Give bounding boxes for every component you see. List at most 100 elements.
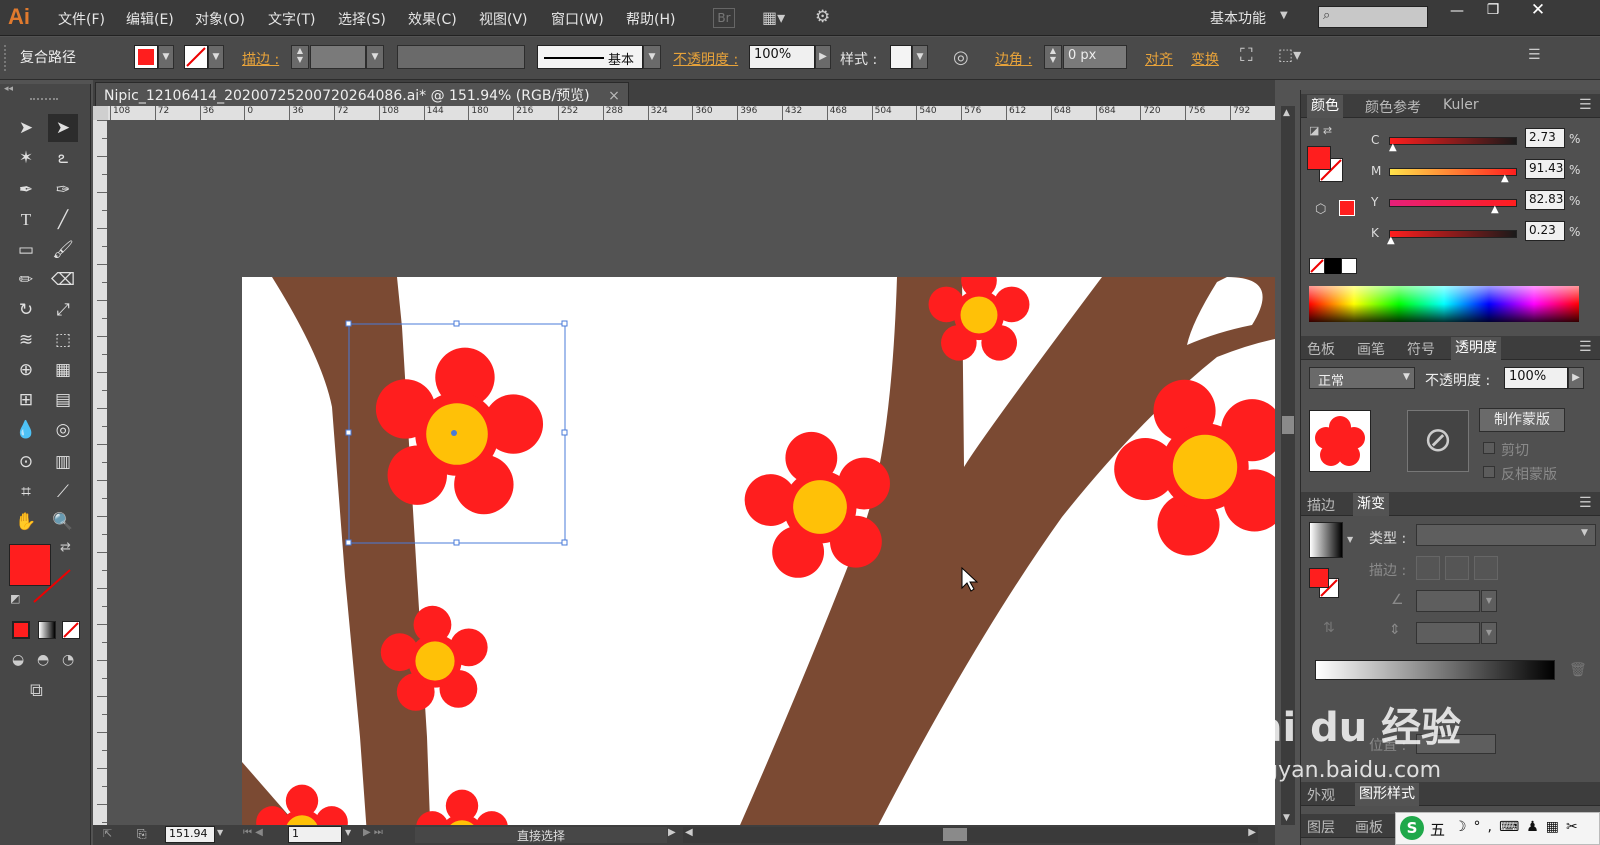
stroke-weight-dropdown-icon[interactable]: ▼ <box>366 45 384 69</box>
canvas-area[interactable] <box>107 120 1275 825</box>
draw-inside-icon[interactable]: ◔ <box>62 652 74 668</box>
ruler-origin[interactable] <box>93 106 108 120</box>
eraser-icon[interactable]: ⌫ <box>48 266 78 294</box>
angle-chevron-icon[interactable]: ▼ <box>1481 590 1497 612</box>
menu-help[interactable]: 帮助(H) <box>626 9 675 29</box>
zoom-dropdown-icon[interactable]: ▼ <box>217 828 223 837</box>
none-mode-icon[interactable] <box>62 621 80 639</box>
angle-input[interactable] <box>1416 590 1480 612</box>
stroke-along-icon[interactable] <box>1445 556 1469 580</box>
free-transform-icon[interactable]: ⬚ <box>48 326 78 354</box>
tab-appearance[interactable]: 外观 <box>1307 785 1335 805</box>
corner-stepper[interactable]: ▲ ▼ <box>1044 45 1062 69</box>
tab-transparency[interactable]: 透明度 <box>1451 337 1501 360</box>
default-colors-icon[interactable]: ◩ <box>10 592 20 605</box>
search-input[interactable]: ⌕ <box>1318 6 1428 28</box>
channel-y-value[interactable]: 82.83 <box>1525 190 1565 210</box>
gradient-preview[interactable] <box>1309 522 1343 558</box>
hand-tool-icon[interactable]: ✋ <box>11 508 41 536</box>
aspect-ratio-input[interactable] <box>1416 622 1480 644</box>
vertical-scroll-thumb[interactable] <box>1282 416 1294 434</box>
ime-mode-label[interactable]: 五 <box>1430 819 1445 840</box>
white-swatch[interactable] <box>1341 258 1357 274</box>
tab-artboards[interactable]: 画板 <box>1355 817 1383 837</box>
swap-colors-icon[interactable]: ⇄ <box>60 540 71 555</box>
slice-tool-icon[interactable]: ⟋ <box>48 478 78 506</box>
panel-fill-swatch[interactable] <box>1307 146 1331 170</box>
blend-tool-icon[interactable]: ◎ <box>48 416 78 444</box>
corner-label[interactable]: 边角 : <box>995 49 1032 69</box>
tab-brushes[interactable]: 画笔 <box>1357 339 1385 359</box>
color-spectrum[interactable] <box>1309 286 1579 322</box>
perspective-grid-icon[interactable]: ▦ <box>48 356 78 384</box>
type-tool-icon[interactable]: T <box>11 206 41 234</box>
aspect-chevron-icon[interactable]: ▼ <box>1481 622 1497 644</box>
color-mode-icon[interactable] <box>12 621 30 639</box>
menu-object[interactable]: 对象(O) <box>195 9 245 29</box>
gradient-fill-swatch[interactable] <box>1309 568 1329 588</box>
lasso-icon[interactable]: ఽ <box>48 144 78 172</box>
menu-file[interactable]: 文件(F) <box>58 9 105 29</box>
reverse-gradient-icon[interactable]: ⇅ <box>1323 620 1335 636</box>
ime-tools-icon[interactable]: ☽°,⌨♟▦✂ <box>1454 819 1585 835</box>
menu-edit[interactable]: 编辑(E) <box>126 9 174 29</box>
corner-input[interactable]: 0 px <box>1063 45 1127 69</box>
gradient-panel-menu-icon[interactable]: ☰ <box>1579 495 1592 511</box>
magic-wand-icon[interactable]: ✶ <box>11 144 41 172</box>
tab-graphic-styles[interactable]: 图形样式 <box>1355 783 1419 806</box>
gamut-color-swatch[interactable] <box>1339 200 1355 216</box>
recolor-artwork-icon[interactable]: ◎ <box>953 47 969 68</box>
stroke-dropdown-icon[interactable]: ▼ <box>208 45 224 69</box>
transform-link[interactable]: 变换 <box>1191 49 1219 69</box>
document-tab[interactable]: Nipic_12106414_20200725200720264086.ai* … <box>95 82 629 106</box>
pencil-icon[interactable]: ✏ <box>11 266 41 294</box>
scale-tool-icon[interactable]: ⤢ <box>48 296 78 324</box>
vertical-ruler[interactable] <box>93 120 107 825</box>
gradient-type-chevron-icon[interactable]: ▼ <box>1581 528 1588 538</box>
gradient-preview-chevron-icon[interactable]: ▼ <box>1347 535 1353 544</box>
arrange-icon[interactable]: ⬚▾ <box>1278 45 1301 64</box>
column-graph-icon[interactable]: ▥ <box>48 448 78 476</box>
tab-gradient[interactable]: 渐变 <box>1353 493 1389 516</box>
selection-tool-icon[interactable]: ➤ <box>11 114 41 142</box>
channel-c-handle[interactable]: ▲ <box>1389 142 1397 153</box>
opacity-input[interactable]: 100% <box>749 45 815 69</box>
artwork[interactable] <box>242 262 1275 825</box>
status-menu-icon[interactable]: ▶ <box>668 827 676 838</box>
channel-k-handle[interactable]: ▲ <box>1387 235 1395 246</box>
gpu-performance-icon[interactable]: ⚙ <box>815 7 830 27</box>
doc-info-icon[interactable]: ⇱ <box>103 827 112 840</box>
channel-k-value[interactable]: 0.23 <box>1525 221 1565 241</box>
symbol-sprayer-icon[interactable]: ⊙ <box>11 448 41 476</box>
rotate-tool-icon[interactable]: ↻ <box>11 296 41 324</box>
channel-k-slider[interactable] <box>1389 230 1517 238</box>
channel-c-slider[interactable] <box>1389 137 1517 145</box>
first-artboard-icon[interactable]: ⏮ ◀ <box>243 827 263 838</box>
style-dropdown-icon[interactable]: ▼ <box>912 45 928 69</box>
delete-stop-icon[interactable]: 🗑 <box>1569 662 1587 678</box>
object-thumbnail[interactable] <box>1309 410 1371 472</box>
flower[interactable] <box>416 789 508 825</box>
control-menu-icon[interactable]: ☰ <box>1528 47 1541 63</box>
stroke-weight-stepper[interactable]: ▲ ▼ <box>291 45 309 69</box>
tab-symbols[interactable]: 符号 <box>1407 339 1435 359</box>
share-icon[interactable]: ⎘ <box>137 827 147 842</box>
tab-swatches[interactable]: 色板 <box>1307 339 1335 359</box>
draw-behind-icon[interactable]: ◓ <box>37 652 49 668</box>
blend-mode-chevron-icon[interactable]: ▼ <box>1403 372 1410 382</box>
screen-mode-icon[interactable]: ⧉ <box>30 680 43 701</box>
scroll-up-icon[interactable]: ▲ <box>1283 108 1290 118</box>
eyedropper-icon[interactable]: 💧 <box>11 416 41 444</box>
artboard-tool-icon[interactable]: ⌗ <box>11 478 41 506</box>
gradient-slider[interactable] <box>1315 660 1555 680</box>
restore-icon[interactable]: ❐ <box>1480 2 1506 22</box>
stroke-swatch[interactable] <box>184 45 208 69</box>
collapse-icon[interactable]: ◂◂ <box>0 84 91 94</box>
tab-stroke[interactable]: 描边 <box>1307 495 1335 515</box>
align-link[interactable]: 对齐 <box>1145 49 1173 69</box>
line-tool-icon[interactable]: ╱ <box>48 206 78 234</box>
channel-m-value[interactable]: 91.43 <box>1525 159 1565 179</box>
blend-mode-select[interactable]: 正常 <box>1309 367 1415 389</box>
tab-color-guide[interactable]: 颜色参考 <box>1365 97 1421 117</box>
horizontal-ruler[interactable]: 108 72 36 0 36 72 108 144 180 216 252 288 324 360 396 4… <box>108 106 1275 120</box>
